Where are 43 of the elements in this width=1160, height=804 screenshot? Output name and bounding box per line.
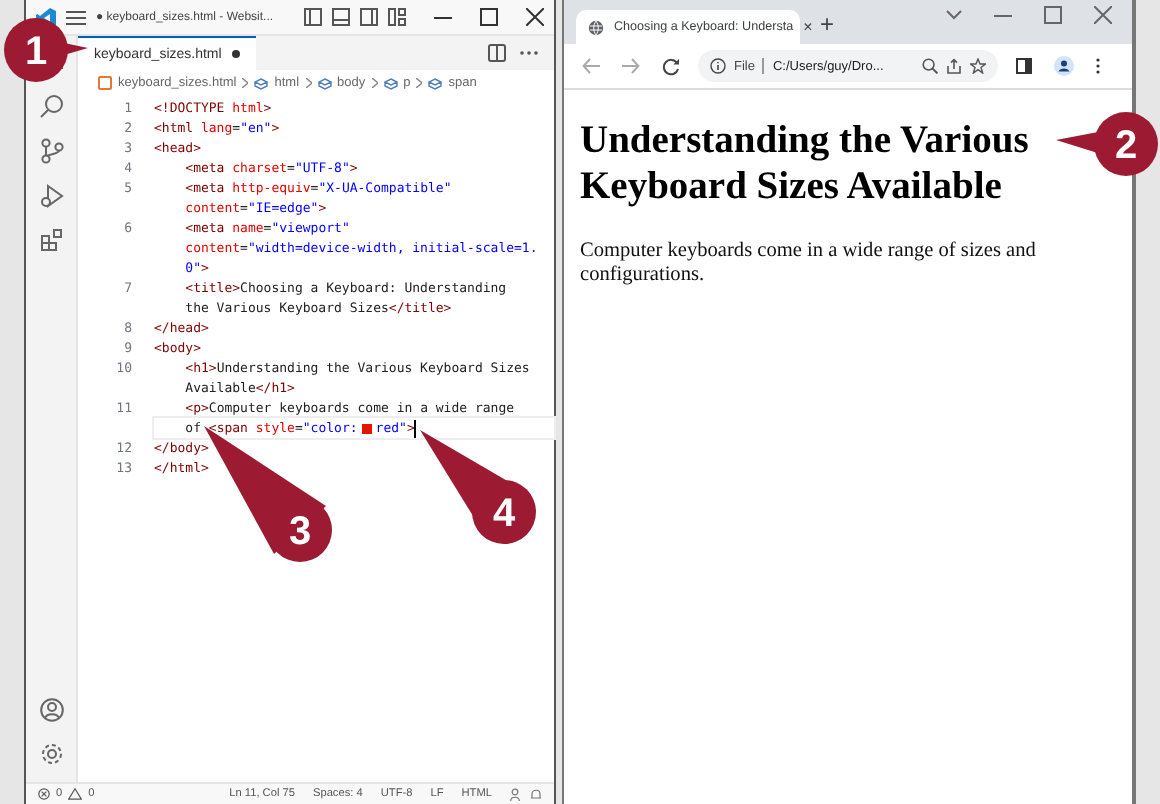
element-icon [383,77,398,89]
warning-icon[interactable] [68,788,83,800]
layout-icon[interactable] [360,8,378,26]
page-heading: Understanding the Various Keyboard Sizes Available [580,118,1031,210]
people-icon[interactable] [510,787,524,801]
run-debug-icon[interactable] [39,184,63,208]
chevron-icon [371,78,378,88]
layout-icon[interactable] [332,8,350,26]
layout-icon[interactable] [304,8,322,26]
close-icon[interactable] [526,8,544,26]
settings-icon[interactable] [39,742,63,766]
error-icon[interactable] [38,788,50,800]
layout-icon[interactable] [388,8,406,26]
share-icon[interactable] [946,58,962,74]
extensions-icon[interactable] [39,228,63,252]
element-icon [428,77,443,89]
more-icon[interactable] [520,50,538,56]
menu-icon[interactable] [66,9,86,25]
split-editor-icon[interactable] [488,44,506,62]
chevron-icon [242,78,249,88]
info-icon [710,58,726,74]
profile-icon[interactable] [1054,56,1074,76]
chevron-icon [416,78,423,88]
source-control-icon[interactable] [39,138,63,164]
chevron-icon [305,78,312,88]
page-paragraph: Computer keyboards come in a wide range of sizes and configurations. [580,240,1038,288]
chevron-down-icon[interactable] [946,9,962,19]
text-cursor [414,419,417,437]
globe-icon [588,19,604,35]
maximize-icon[interactable] [480,8,498,26]
html-file-icon [98,76,112,90]
zoom-icon[interactable] [922,58,938,74]
reload-icon[interactable] [662,57,680,75]
color-swatch-icon[interactable] [359,421,374,435]
new-tab-button[interactable]: + [820,10,835,38]
close-tab-button[interactable]: × [803,18,813,36]
element-icon [254,77,269,89]
bell-icon[interactable] [530,787,542,801]
account-icon[interactable] [39,698,63,722]
search-icon[interactable] [39,94,63,118]
star-icon[interactable] [970,58,986,74]
side-panel-icon[interactable] [1016,58,1032,74]
element-icon [317,77,332,89]
